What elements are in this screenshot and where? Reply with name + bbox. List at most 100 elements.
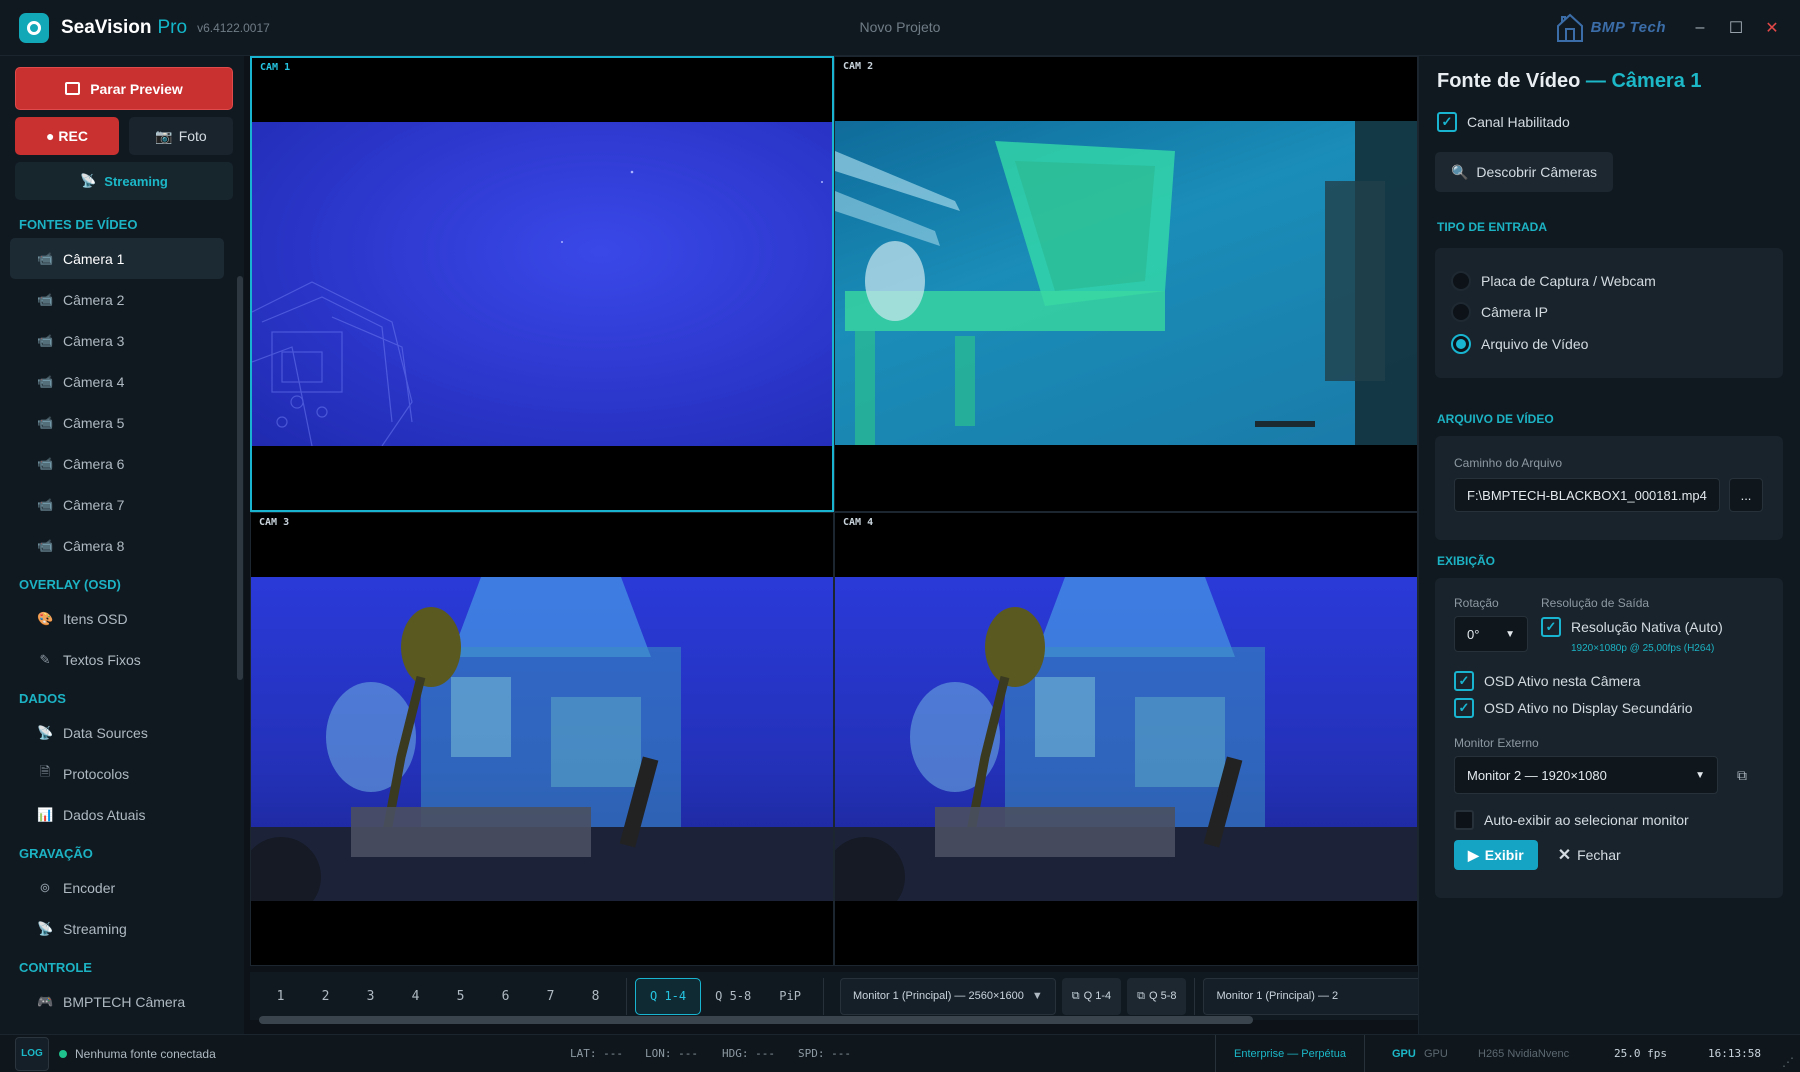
send-q58-button[interactable]: ⧉ Q 5-8 <box>1127 977 1187 1015</box>
auto-show-row[interactable]: Auto-exibir ao selecionar monitor <box>1454 810 1689 830</box>
camera-icon: 📹 <box>37 537 54 553</box>
external-monitor-value: Monitor 2 — 1920×1080 <box>1467 767 1607 783</box>
sidebar-item[interactable]: 📹 Câmera 4 <box>10 361 224 402</box>
video-cell-cam2[interactable]: CAM 2 <box>834 56 1418 512</box>
osd-secondary-checkbox[interactable]: ✓ <box>1454 698 1474 718</box>
sidebar-item[interactable]: 📡 Data Sources <box>10 712 224 753</box>
channel-enabled-checkbox[interactable]: ✓ <box>1437 112 1457 132</box>
monitor-select[interactable]: Monitor 1 (Principal) — 2560×1600 ▼ <box>839 977 1056 1015</box>
quad-1-4-button[interactable]: Q 1-4 <box>635 977 702 1015</box>
log-button[interactable]: LOG <box>15 1036 49 1071</box>
pip-button[interactable]: PiP <box>765 978 815 1015</box>
sidebar-section-heading: FONTES DE VÍDEO <box>19 217 138 232</box>
display-actions: ▶ Exibir ✕ Fechar <box>1454 840 1631 870</box>
connection-status-icon <box>59 1049 67 1058</box>
input-type-option-2[interactable]: Arquivo de Vídeo <box>1451 334 1588 354</box>
channel-enabled-label: Canal Habilitado <box>1467 114 1570 130</box>
sidebar-item[interactable]: 📹 Câmera 8 <box>10 525 224 566</box>
sidebar-item[interactable]: 🎨 Itens OSD <box>10 598 224 639</box>
auto-show-checkbox[interactable] <box>1454 810 1474 830</box>
quad-5-8-button[interactable]: Q 5-8 <box>701 978 765 1015</box>
status-bar: LOG Nenhuma fonte conectada LAT: --- LON… <box>0 1034 1800 1072</box>
maximize-icon[interactable]: ☐ <box>1722 14 1750 42</box>
sidebar-item[interactable]: ⊚ Encoder <box>10 867 224 908</box>
app-edition: Pro <box>157 16 188 38</box>
input-type-radio-0[interactable] <box>1451 271 1471 291</box>
video-cell-cam3[interactable]: CAM 3 <box>250 512 834 966</box>
rec-button[interactable]: ● REC <box>15 117 119 155</box>
sidebar-scrollbar[interactable] <box>237 276 243 680</box>
send-q14-button[interactable]: ⧉ Q 1-4 <box>1061 977 1122 1015</box>
palette-icon: 🎨 <box>37 610 54 626</box>
chevron-down-icon: ▼ <box>1505 628 1515 640</box>
sidebar-item[interactable]: 📹 Câmera 3 <box>10 320 224 361</box>
page-button[interactable]: 2 <box>303 989 348 1004</box>
divider <box>1194 977 1196 1015</box>
osd-camera-checkbox[interactable]: ✓ <box>1454 671 1474 691</box>
encoder-status: H265 NvidiaNvenc <box>1478 1047 1570 1060</box>
sidebar-item[interactable]: 🗎 Protocolos <box>10 753 224 794</box>
sidebar-item-label: Data Sources <box>63 724 148 741</box>
video-cell-cam4[interactable]: CAM 4 <box>834 512 1418 966</box>
sidebar-item[interactable]: 📊 Dados Atuais <box>10 794 224 835</box>
page-button[interactable]: 5 <box>438 989 483 1004</box>
sidebar-item[interactable]: 📹 Câmera 5 <box>10 402 224 443</box>
discover-cameras-button[interactable]: 🔍 Descobrir Câmeras <box>1435 152 1613 192</box>
browse-button[interactable]: ... <box>1729 478 1763 512</box>
camera-icon: 📹 <box>37 332 54 348</box>
sidebar-item[interactable]: 📹 Câmera 7 <box>10 484 224 525</box>
play-icon: ▶ <box>1468 846 1479 863</box>
file-path-input[interactable]: F:\BMPTECH-BLACKBOX1_000181.mp4 <box>1454 478 1720 512</box>
video-cell-cam1[interactable]: CAM 1 <box>250 56 834 512</box>
monitor-select-2[interactable]: Monitor 1 (Principal) — 2 <box>1203 977 1418 1015</box>
camera-icon: 📹 <box>37 291 54 307</box>
external-monitor-select[interactable]: Monitor 2 — 1920×1080 ▼ <box>1454 756 1718 794</box>
hdg-readout: HDG: --- <box>722 1047 775 1060</box>
input-type-radio-2[interactable] <box>1451 334 1471 354</box>
streaming-button[interactable]: 📡 Streaming <box>15 162 233 200</box>
sidebar-item[interactable]: 📡 Streaming <box>10 908 224 949</box>
page-button[interactable]: 3 <box>348 989 393 1004</box>
sidebar-item[interactable]: 📹 Câmera 1 <box>10 238 224 279</box>
stop-preview-button[interactable]: Parar Preview <box>15 67 233 110</box>
sidebar-item-label: Câmera 2 <box>63 291 125 308</box>
rotation-select[interactable]: 0° ▼ <box>1454 616 1528 652</box>
close-icon[interactable]: ✕ <box>1758 14 1786 42</box>
native-resolution-checkbox[interactable]: ✓ <box>1541 617 1561 637</box>
page-button[interactable]: 6 <box>483 989 528 1004</box>
input-type-option-0[interactable]: Placa de Captura / Webcam <box>1451 271 1656 291</box>
satellite-icon: 📡 <box>37 724 54 740</box>
sidebar-item-label: Textos Fixos <box>63 651 141 668</box>
rotation-value: 0° <box>1467 626 1480 642</box>
camera-icon: 📹 <box>37 250 54 266</box>
show-button[interactable]: ▶ Exibir <box>1454 840 1538 870</box>
page-button[interactable]: 1 <box>258 989 303 1004</box>
native-resolution-row[interactable]: ✓ Resolução Nativa (Auto) <box>1541 617 1723 637</box>
osd-camera-row[interactable]: ✓ OSD Ativo nesta Câmera <box>1454 671 1640 691</box>
brand-name: BMP Tech <box>1590 18 1666 36</box>
chevron-down-icon: ▼ <box>1695 769 1705 781</box>
page-button[interactable]: 8 <box>573 989 618 1004</box>
input-type-heading: TIPO DE ENTRADA <box>1437 220 1548 234</box>
sidebar-item-label: Câmera 8 <box>63 537 125 554</box>
photo-button[interactable]: 📷 Foto <box>129 117 233 155</box>
sidebar-item[interactable]: 🎮 BMPTECH Câmera <box>10 981 224 1022</box>
channel-enabled-row[interactable]: ✓ Canal Habilitado <box>1437 112 1570 132</box>
sidebar-item[interactable]: 📹 Câmera 2 <box>10 279 224 320</box>
close-display-button[interactable]: ✕ Fechar <box>1548 840 1631 870</box>
input-type-radio-1[interactable] <box>1451 302 1471 322</box>
page-button[interactable]: 7 <box>528 989 573 1004</box>
input-type-option-1[interactable]: Câmera IP <box>1451 302 1548 322</box>
toolbar-scrollbar[interactable] <box>259 1016 1253 1024</box>
native-resolution-detail: 1920×1080p @ 25,00fps (H264) <box>1571 643 1715 654</box>
monitor-identify-icon[interactable]: ⧉ <box>1729 762 1755 788</box>
osd-secondary-row[interactable]: ✓ OSD Ativo no Display Secundário <box>1454 698 1693 718</box>
pencil-icon: ✎ <box>39 651 51 667</box>
cam-label: CAM 4 <box>843 517 874 528</box>
sidebar-section-heading: DADOS <box>19 691 66 706</box>
sidebar-item[interactable]: 📹 Câmera 6 <box>10 443 224 484</box>
page-button[interactable]: 4 <box>393 989 438 1004</box>
sidebar-item[interactable]: ✎ Textos Fixos <box>10 639 224 680</box>
resize-grip-icon[interactable]: ⋰ <box>1782 1055 1794 1069</box>
minimize-icon[interactable]: – <box>1686 14 1714 42</box>
